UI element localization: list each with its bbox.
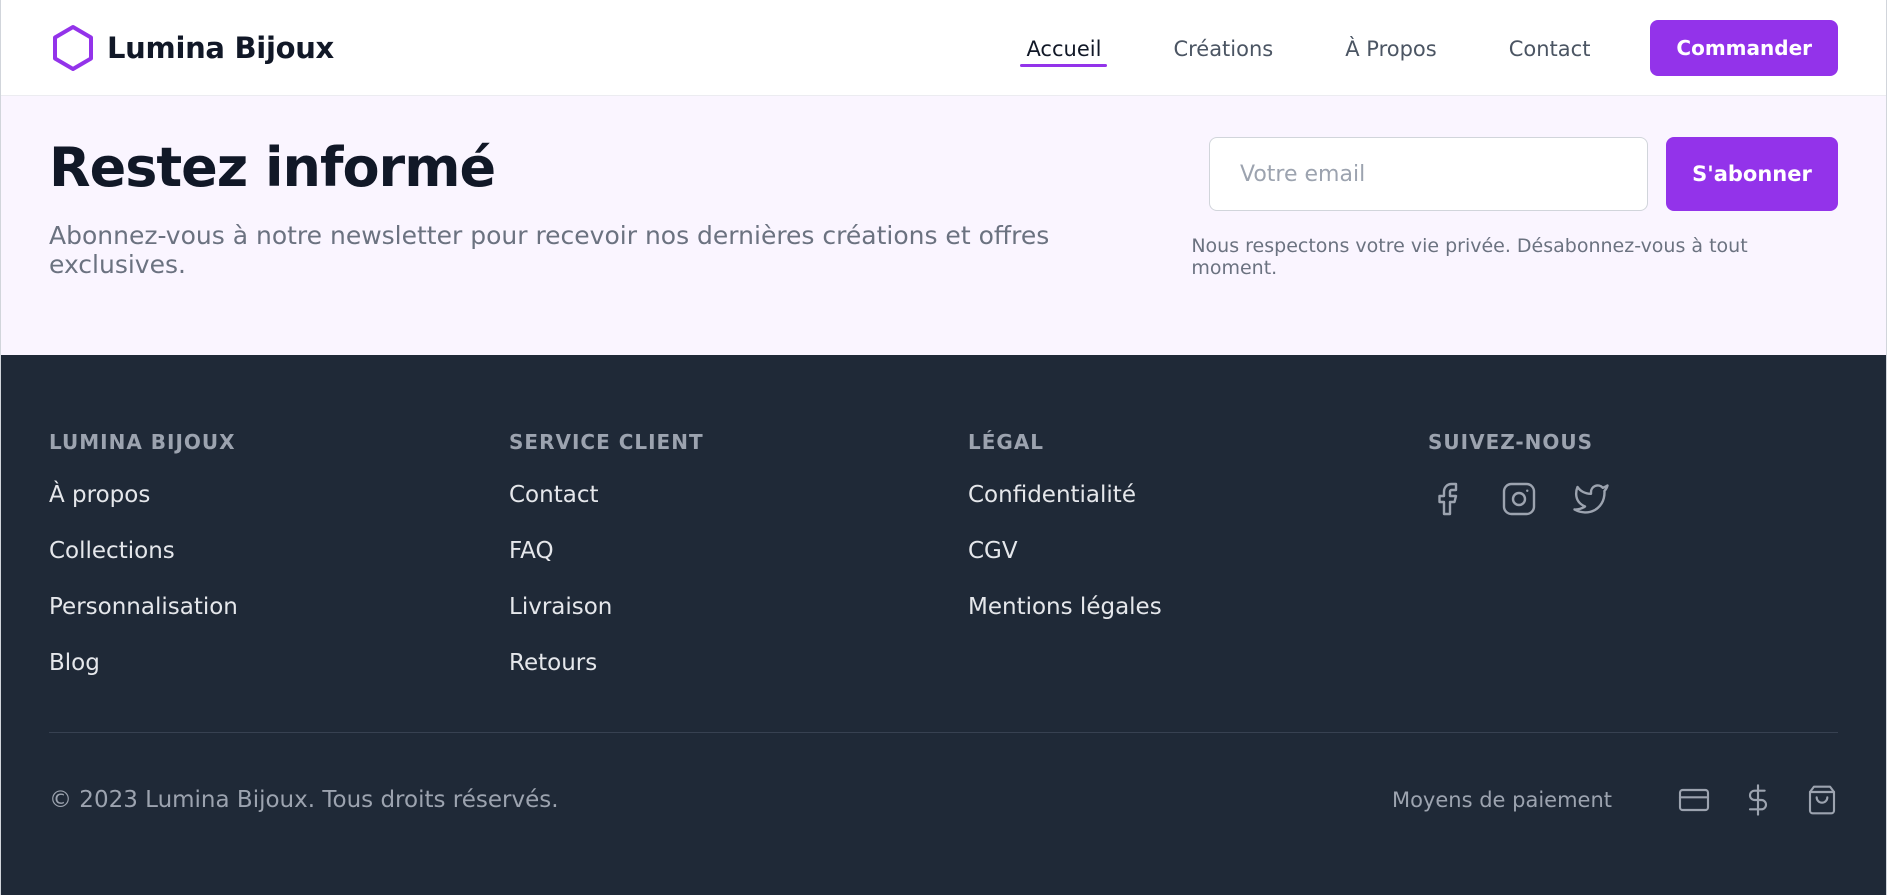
footer-col-service: Service Client Contact FAQ Livraison Ret… bbox=[509, 430, 968, 706]
site-footer: Lumina Bijoux À propos Collections Perso… bbox=[1, 355, 1886, 895]
hexagon-icon bbox=[53, 24, 93, 71]
credit-card-icon bbox=[1678, 784, 1710, 816]
footer-link-livraison[interactable]: Livraison bbox=[509, 594, 612, 620]
list-item: À propos bbox=[49, 482, 509, 508]
footer-bottom: © 2023 Lumina Bijoux. Tous droits réserv… bbox=[49, 733, 1838, 867]
newsletter-form: S'abonner bbox=[1209, 137, 1838, 211]
footer-link-blog[interactable]: Blog bbox=[49, 650, 100, 676]
facebook-icon[interactable] bbox=[1428, 480, 1466, 518]
brand[interactable]: Lumina Bijoux bbox=[51, 24, 334, 72]
list-item: CGV bbox=[968, 538, 1428, 564]
footer-link-a-propos[interactable]: À propos bbox=[49, 482, 150, 508]
footer-col-title: Service Client bbox=[509, 430, 704, 454]
nav-accueil[interactable]: Accueil bbox=[1020, 29, 1108, 67]
list-item: Personnalisation bbox=[49, 594, 509, 620]
footer-link-mentions-legales[interactable]: Mentions légales bbox=[968, 594, 1162, 620]
footer-links: À propos Collections Personnalisation Bl… bbox=[49, 482, 509, 676]
footer-link-personnalisation[interactable]: Personnalisation bbox=[49, 594, 238, 620]
nav-contact[interactable]: Contact bbox=[1503, 29, 1597, 67]
newsletter-text: Restez informé Abonnez-vous à notre news… bbox=[49, 96, 1191, 355]
twitter-icon[interactable] bbox=[1572, 480, 1610, 518]
footer-col-social: Suivez-nous bbox=[1428, 430, 1838, 706]
footer-link-confidentialite[interactable]: Confidentialité bbox=[968, 482, 1136, 508]
list-item: Mentions légales bbox=[968, 594, 1428, 620]
footer-link-faq[interactable]: FAQ bbox=[509, 538, 554, 564]
shopping-bag-icon bbox=[1806, 784, 1838, 816]
footer-link-retours[interactable]: Retours bbox=[509, 650, 597, 676]
footer-col-title: Lumina Bijoux bbox=[49, 430, 236, 454]
social-links bbox=[1428, 480, 1838, 518]
instagram-icon[interactable] bbox=[1500, 480, 1538, 518]
subscribe-button[interactable]: S'abonner bbox=[1666, 137, 1838, 211]
list-item: Contact bbox=[509, 482, 968, 508]
list-item: Blog bbox=[49, 650, 509, 676]
list-item: FAQ bbox=[509, 538, 968, 564]
order-button[interactable]: Commander bbox=[1650, 19, 1838, 76]
list-item: Confidentialité bbox=[968, 482, 1428, 508]
main-nav: Accueil Créations À Propos Contact Comma… bbox=[1020, 19, 1838, 76]
site-header: Lumina Bijoux Accueil Créations À Propos… bbox=[1, 0, 1886, 96]
newsletter-section: Restez informé Abonnez-vous à notre news… bbox=[1, 96, 1886, 355]
footer-link-contact[interactable]: Contact bbox=[509, 482, 598, 508]
newsletter-title: Restez informé bbox=[49, 136, 496, 199]
list-item: Collections bbox=[49, 538, 509, 564]
footer-link-collections[interactable]: Collections bbox=[49, 538, 175, 564]
footer-col-brand: Lumina Bijoux À propos Collections Perso… bbox=[49, 430, 509, 706]
footer-links: Confidentialité CGV Mentions légales bbox=[968, 482, 1428, 620]
email-input[interactable] bbox=[1209, 137, 1648, 211]
nav-a-propos[interactable]: À Propos bbox=[1339, 29, 1442, 67]
footer-links: Contact FAQ Livraison Retours bbox=[509, 482, 968, 676]
footer-columns: Lumina Bijoux À propos Collections Perso… bbox=[49, 355, 1838, 706]
footer-col-title: Suivez-nous bbox=[1428, 430, 1594, 454]
list-item: Livraison bbox=[509, 594, 968, 620]
footer-link-cgv[interactable]: CGV bbox=[968, 538, 1018, 564]
list-item: Retours bbox=[509, 650, 968, 676]
dollar-icon bbox=[1742, 784, 1774, 816]
newsletter-subtitle: Abonnez-vous à notre newsletter pour rec… bbox=[49, 221, 1050, 279]
page: Lumina Bijoux Accueil Créations À Propos… bbox=[0, 0, 1887, 895]
nav-creations[interactable]: Créations bbox=[1167, 29, 1279, 67]
copyright: © 2023 Lumina Bijoux. Tous droits réserv… bbox=[49, 787, 559, 813]
brand-name: Lumina Bijoux bbox=[107, 30, 334, 65]
payments-label: Moyens de paiement bbox=[1391, 788, 1612, 812]
payment-methods: Moyens de paiement bbox=[1392, 784, 1838, 816]
newsletter-form-area: S'abonner Nous respectons votre vie priv… bbox=[1191, 96, 1838, 355]
footer-col-title: Légal bbox=[968, 430, 1045, 454]
footer-col-legal: Légal Confidentialité CGV Mentions légal… bbox=[968, 430, 1428, 706]
privacy-note: Nous respectons votre vie privée. Désabo… bbox=[1191, 235, 1748, 279]
